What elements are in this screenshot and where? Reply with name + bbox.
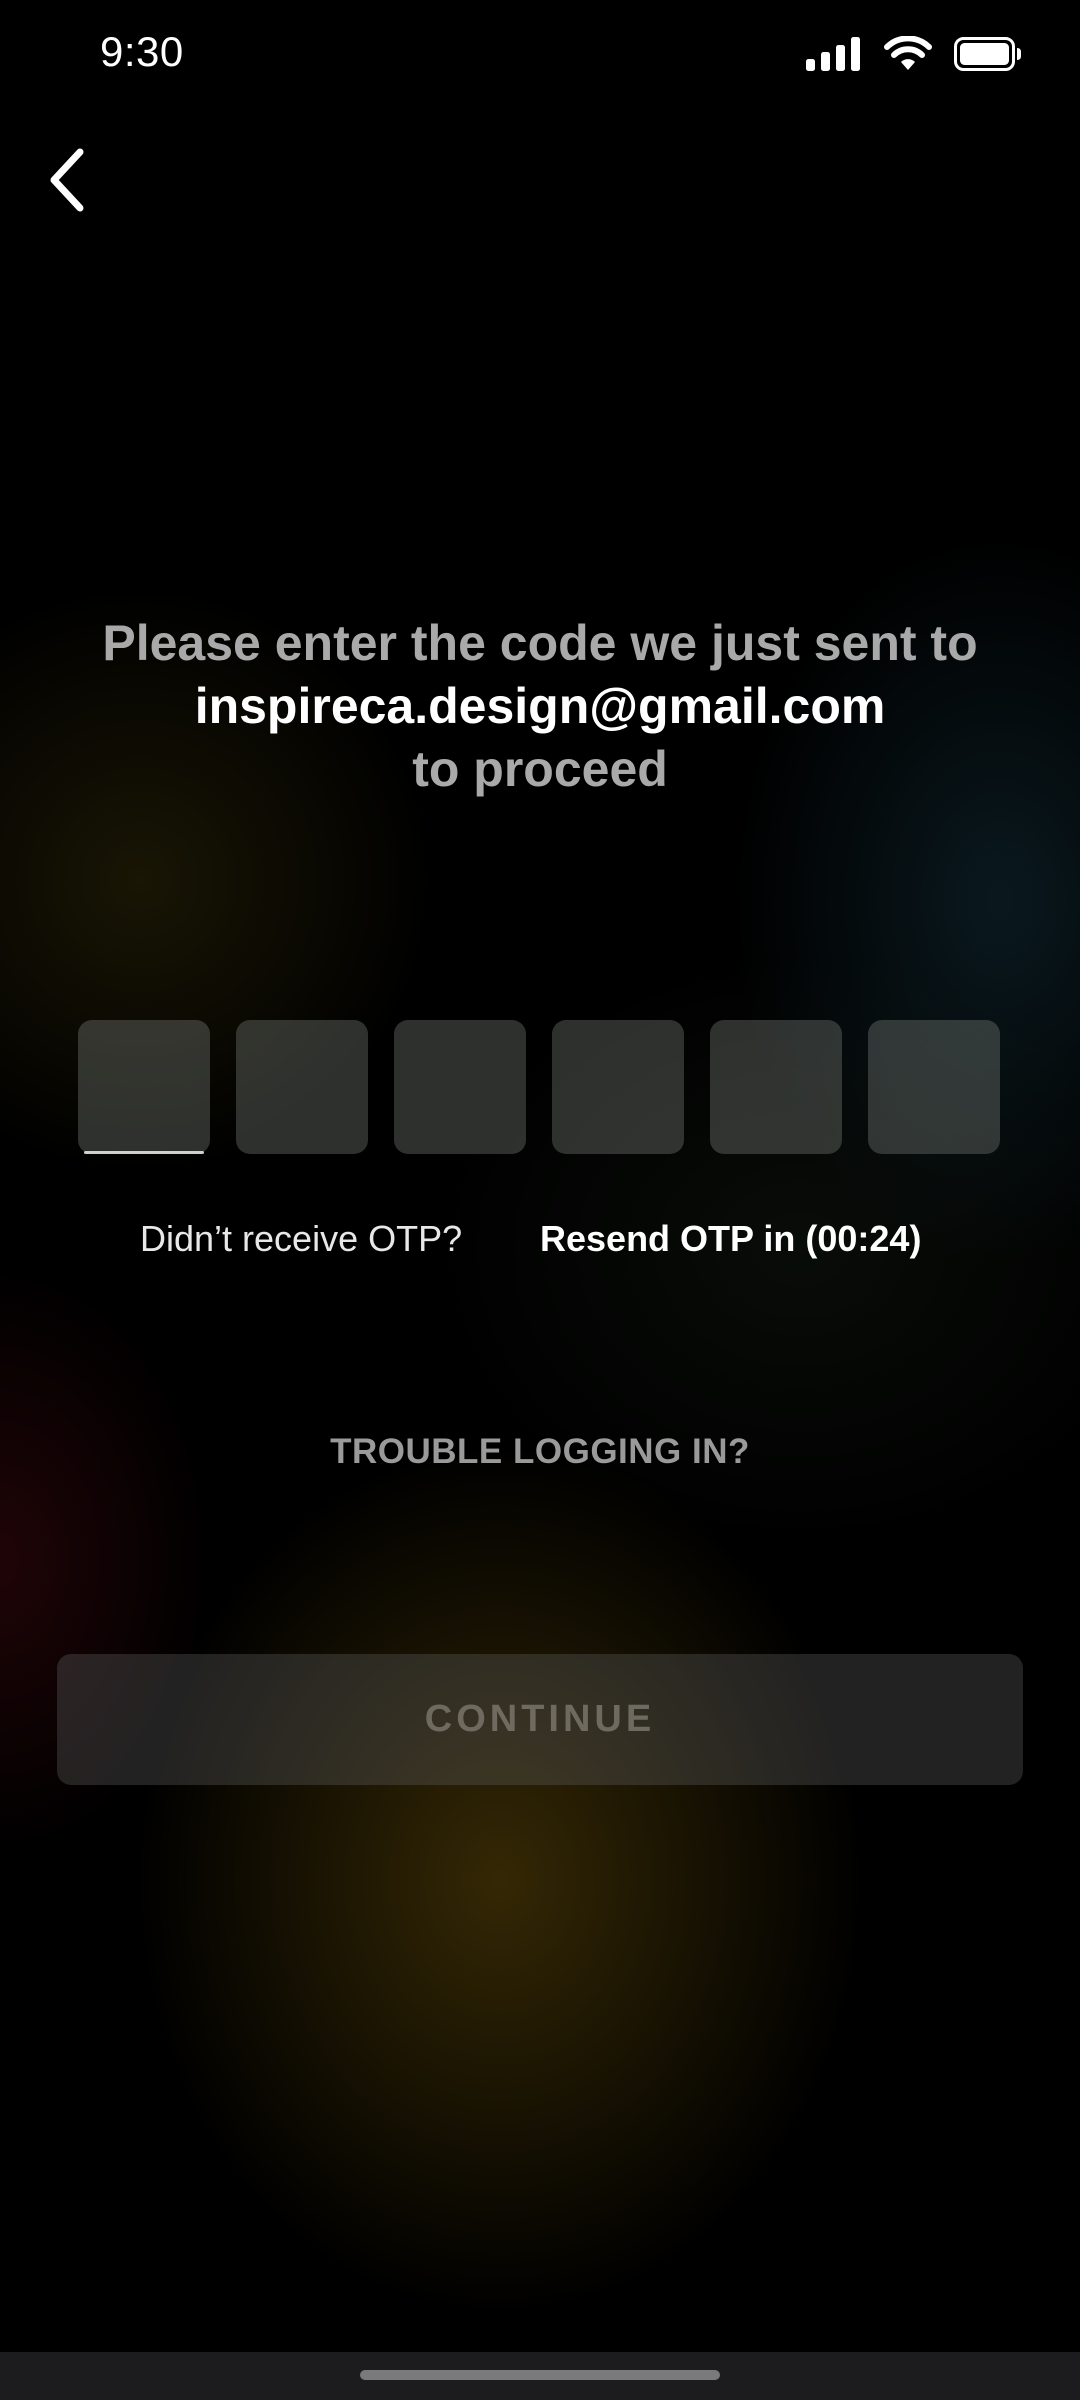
otp-verification-screen: 9:30 Please enter the code we just sent … bbox=[0, 0, 1080, 2400]
otp-digit-1[interactable] bbox=[78, 1020, 210, 1154]
continue-label: CONTINUE bbox=[424, 1698, 656, 1740]
otp-input-group bbox=[78, 1020, 1002, 1154]
resend-row: Didn’t receive OTP? Resend OTP in (00:24… bbox=[0, 1218, 1080, 1266]
continue-button[interactable]: CONTINUE bbox=[57, 1654, 1023, 1785]
wifi-icon bbox=[884, 35, 932, 77]
chevron-left-icon bbox=[46, 148, 86, 217]
home-bar-area bbox=[0, 2352, 1080, 2400]
didnt-receive-label: Didn’t receive OTP? bbox=[140, 1218, 463, 1259]
trouble-logging-in-link[interactable]: TROUBLE LOGGING IN? bbox=[0, 1432, 1080, 1472]
resend-otp-link[interactable]: Resend OTP in (00:24) bbox=[540, 1218, 921, 1260]
back-button[interactable] bbox=[36, 142, 96, 222]
home-indicator[interactable] bbox=[360, 2370, 720, 2380]
prompt-line-3: to proceed bbox=[412, 741, 668, 797]
prompt-line-1: Please enter the code we just sent to bbox=[102, 615, 978, 671]
otp-digit-2[interactable] bbox=[236, 1020, 368, 1154]
prompt-email: inspireca.design@gmail.com bbox=[194, 678, 886, 734]
signal-icon bbox=[806, 37, 862, 76]
otp-digit-6[interactable] bbox=[868, 1020, 1000, 1154]
status-icons bbox=[806, 35, 1022, 77]
status-time: 9:30 bbox=[100, 28, 184, 75]
battery-icon bbox=[954, 37, 1022, 76]
otp-digit-3[interactable] bbox=[394, 1020, 526, 1154]
otp-digit-4[interactable] bbox=[552, 1020, 684, 1154]
otp-prompt: Please enter the code we just sent to in… bbox=[0, 612, 1080, 801]
otp-digit-5[interactable] bbox=[710, 1020, 842, 1154]
